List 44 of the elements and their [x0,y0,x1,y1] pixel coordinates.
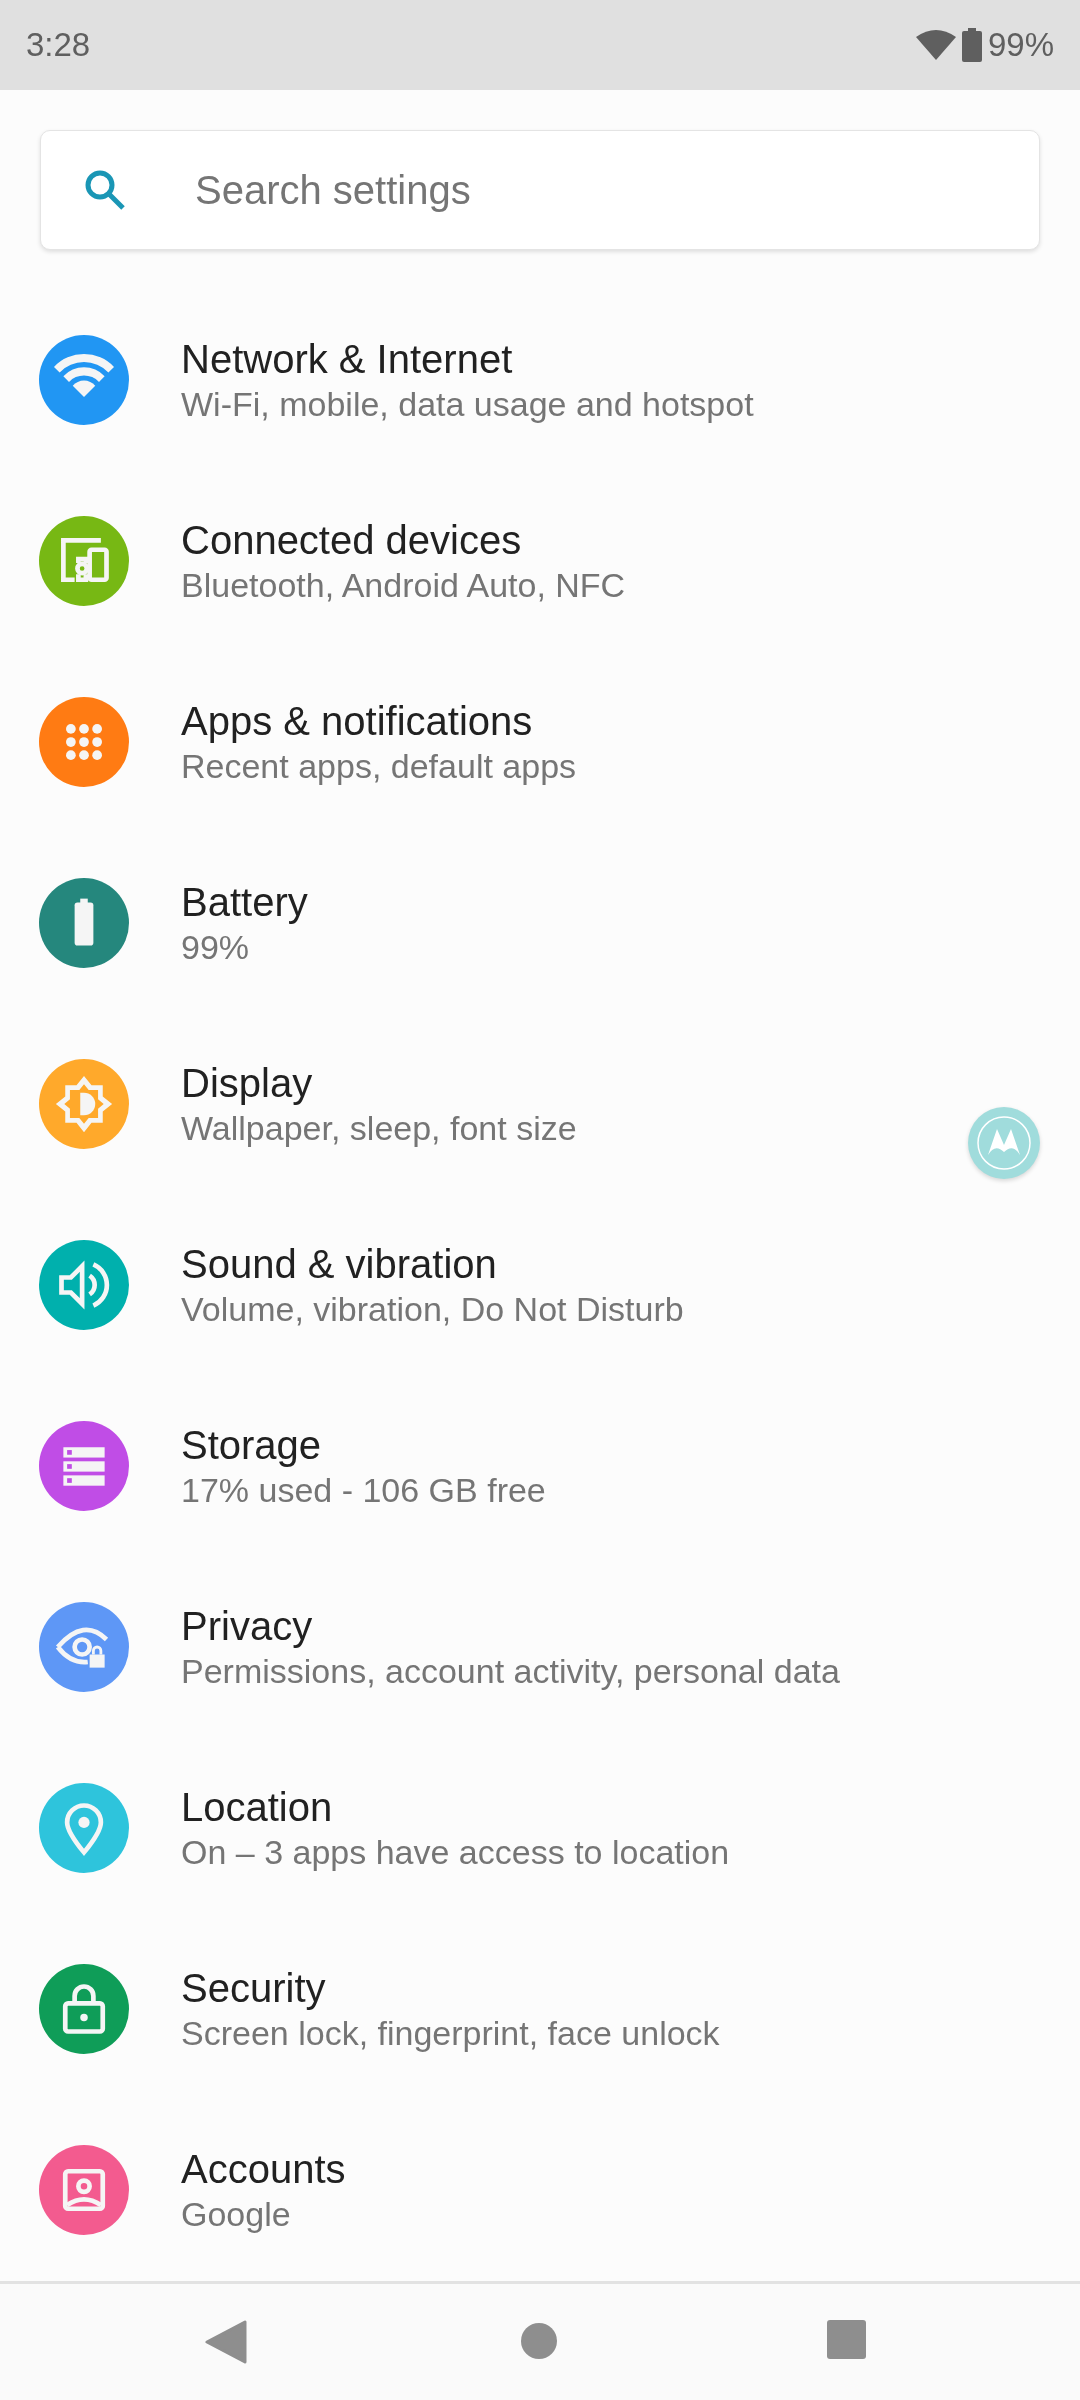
battery-icon [961,28,982,62]
m-logo-icon [976,1115,1032,1171]
item-subtitle: Screen lock, fingerprint, face unlock [181,2012,720,2054]
item-subtitle: 17% used - 106 GB free [181,1469,546,1511]
settings-item[interactable]: Storage 17% used - 106 GB free [0,1375,1080,1556]
wifi-signal-icon [915,30,956,60]
item-subtitle: Recent apps, default apps [181,745,577,787]
item-subtitle: On – 3 apps have access to location [181,1831,730,1873]
settings-item[interactable]: Apps & notifications Recent apps, default apps [0,651,1080,832]
settings-item[interactable]: Network & Internet Wi-Fi, mobile, data usage and hotspot [0,289,1080,470]
item-subtitle: Permissions, account activity, personal data [181,1650,840,1692]
home-button[interactable] [521,2323,557,2359]
settings-item[interactable]: Privacy Permissions, account activity, personal data [0,1556,1080,1737]
item-title: Apps & notifications [181,697,534,745]
item-subtitle: Volume, vibration, Do Not Disturb [181,1288,684,1330]
settings-item[interactable]: Location On – 3 apps have access to location [0,1737,1080,1918]
item-title: Accounts [181,2145,346,2193]
settings-item[interactable]: Accounts Google [0,2099,1080,2280]
item-title: Display [181,1059,314,1107]
back-button[interactable] [205,2320,247,2364]
item-title: Battery [181,878,308,926]
settings-item[interactable]: Display Wallpaper, sleep, font size [0,1013,1080,1194]
item-subtitle: Bluetooth, Android Auto, NFC [181,564,626,606]
item-subtitle: Wallpaper, sleep, font size [181,1107,577,1149]
item-subtitle: Wi-Fi, mobile, data usage and hotspot [181,383,754,425]
settings-item[interactable]: Sound & vibration Volume, vibration, Do Not Disturb [0,1194,1080,1375]
search-input[interactable]: Search settings [195,160,1039,220]
settings-item[interactable]: Battery 99% [0,832,1080,1013]
search-bar[interactable]: Search settings [40,130,1040,250]
item-title: Location [181,1783,334,1831]
item-title: Sound & vibration [181,1240,498,1288]
item-title: Privacy [181,1602,314,1650]
back-icon [205,2320,247,2364]
search-icon [83,168,127,212]
battery-percentage: 99% [987,25,1054,66]
item-title: Connected devices [181,516,523,564]
item-title: Network & Internet [181,335,514,383]
item-subtitle: Google [181,2193,292,2235]
settings-item[interactable]: Connected devices Bluetooth, Android Auto, NFC [0,470,1080,651]
item-title: Security [181,1964,327,2012]
item-subtitle: 99% [181,926,251,968]
clock-time: 3:28 [26,25,91,66]
item-title: Storage [181,1421,323,1469]
settings-item[interactable]: Security Screen lock, fingerprint, face unlock [0,1918,1080,2099]
